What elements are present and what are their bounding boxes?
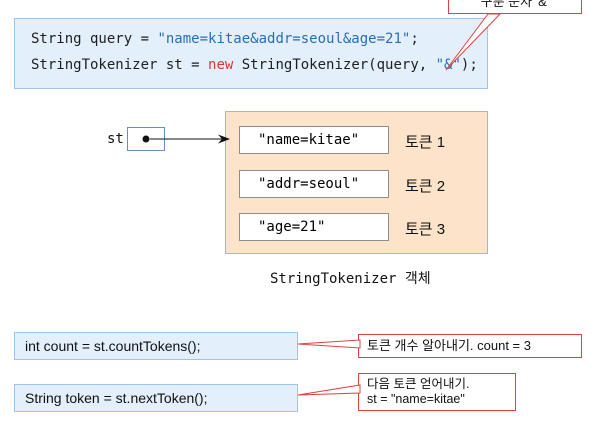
- reference-dot: [142, 135, 150, 143]
- delimiter-pointer: [445, 13, 502, 71]
- connectors: [142, 13, 502, 396]
- count-note-pointer: [297, 339, 361, 349]
- next-token-pointer: [297, 384, 361, 396]
